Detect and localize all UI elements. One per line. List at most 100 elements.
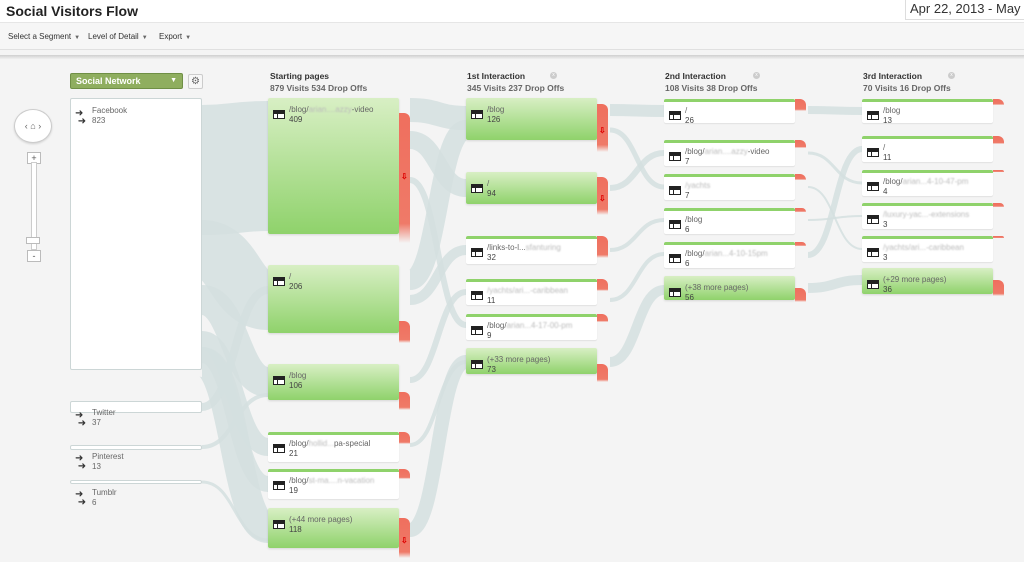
- drop-off-bar[interactable]: ⇩: [399, 518, 410, 558]
- drop-off-bar[interactable]: [399, 392, 410, 410]
- page-name: /: [289, 272, 292, 281]
- page-visits: 7: [685, 191, 690, 200]
- close-icon[interactable]: x: [753, 72, 760, 79]
- drop-off-bar[interactable]: [795, 288, 806, 302]
- drop-off-bar[interactable]: ⇩: [597, 104, 608, 152]
- drop-off-arrow-icon: ⇩: [401, 171, 408, 181]
- pan-control[interactable]: ‹ ⌂ ›: [14, 109, 52, 143]
- drop-off-bar[interactable]: [597, 364, 608, 382]
- pan-right-icon[interactable]: ›: [38, 121, 41, 131]
- page-visits: 94: [487, 189, 496, 198]
- page-node[interactable]: /blog/arian...4-10-47-pm 4: [862, 170, 993, 196]
- page-node[interactable]: /blog/st-ma....n-vacation 19: [268, 469, 399, 499]
- drop-off-bar[interactable]: [993, 236, 1004, 238]
- source-node-tumblr[interactable]: [70, 480, 202, 484]
- drop-off-bar[interactable]: [597, 279, 608, 291]
- page-icon: [471, 360, 483, 369]
- page-icon: [867, 148, 879, 157]
- page-node[interactable]: /206: [268, 265, 399, 333]
- page-icon: [867, 215, 879, 224]
- drop-off-bar[interactable]: [795, 208, 806, 212]
- page-node[interactable]: /blog/hollid...pa-special 21: [268, 432, 399, 462]
- flow-ribbon[interactable]: [807, 146, 863, 258]
- drop-off-bar[interactable]: [993, 203, 1004, 207]
- flow-ribbon[interactable]: [201, 101, 269, 235]
- page-name: /blog: [487, 105, 505, 114]
- flow-ribbon[interactable]: [609, 218, 665, 252]
- page-node[interactable]: /blog 6: [664, 208, 795, 234]
- page-node[interactable]: /blog/arian...4-10-15pm 6: [664, 242, 795, 268]
- flow-ribbon[interactable]: [807, 151, 863, 185]
- page-node[interactable]: /luxury-yac...-extensions 3: [862, 203, 993, 229]
- page-visits: 4: [883, 187, 888, 196]
- source-label: Facebook 823: [92, 106, 128, 125]
- source-node-pinterest[interactable]: [70, 445, 202, 450]
- drop-off-bar[interactable]: [399, 321, 410, 343]
- flow-ribbon[interactable]: [409, 98, 467, 130]
- page-visits: 21: [289, 449, 298, 458]
- source-node-facebook[interactable]: [70, 98, 202, 370]
- drop-off-bar[interactable]: [795, 140, 806, 148]
- source-arrow-icon: ➜ ➜: [75, 489, 87, 508]
- page-name: /blog/arian....azzy-video: [685, 147, 770, 156]
- drop-off-bar[interactable]: ⇩: [597, 177, 608, 215]
- page-icon: [273, 444, 285, 453]
- drop-off-bar[interactable]: [597, 236, 608, 258]
- flow-ribbon[interactable]: [807, 106, 863, 115]
- drop-off-bar[interactable]: [993, 99, 1004, 105]
- page-icon: [273, 376, 285, 385]
- pan-left-icon[interactable]: ‹: [25, 121, 28, 131]
- page-visits: 409: [289, 115, 303, 124]
- flow-ribbon[interactable]: [608, 285, 666, 367]
- column-summary: 108 Visits 38 Drop Offs: [665, 83, 758, 93]
- page-node[interactable]: /94: [466, 172, 597, 204]
- drop-off-bar[interactable]: [597, 314, 608, 322]
- page-node[interactable]: /links-to-l...sfanturing 32: [466, 236, 597, 264]
- flow-ribbon[interactable]: [609, 127, 665, 190]
- page-visits: 126: [487, 115, 501, 124]
- page-node[interactable]: /blog/arian....azzy-video 7: [664, 140, 795, 166]
- drop-off-arrow-icon: ⇩: [599, 194, 606, 204]
- page-node[interactable]: /blog/arian....azzy-video 409: [268, 98, 399, 234]
- page-node[interactable]: /blog 13: [862, 99, 993, 125]
- drop-off-bar[interactable]: [993, 136, 1004, 144]
- page-node[interactable]: /blog 126: [466, 98, 597, 140]
- drop-off-bar[interactable]: [795, 242, 806, 246]
- drop-off-bar[interactable]: [399, 469, 410, 479]
- page-node[interactable]: /blog/arian...4-17-00-pm 9: [466, 314, 597, 340]
- redacted-text: arian...4-17-00-pm: [506, 321, 573, 330]
- drop-off-bar[interactable]: [399, 432, 410, 444]
- home-icon[interactable]: ⌂: [30, 121, 35, 131]
- page-node[interactable]: (+44 more pages) 118: [268, 508, 399, 548]
- page-node[interactable]: /26: [664, 99, 795, 125]
- close-icon[interactable]: x: [948, 72, 955, 79]
- flow-ribbon[interactable]: [609, 104, 665, 117]
- drop-off-bar[interactable]: ⇩: [399, 113, 410, 243]
- zoom-out-button[interactable]: -: [27, 250, 41, 262]
- redacted-text: /yachts/ari...-caribbean: [883, 243, 964, 252]
- page-node[interactable]: /yachts/ari...-caribbean 11: [466, 279, 597, 305]
- drop-off-bar[interactable]: [993, 280, 1004, 296]
- page-node[interactable]: /yachts 7: [664, 174, 795, 200]
- drop-off-bar[interactable]: [993, 170, 1004, 172]
- source-node-twitter[interactable]: [70, 401, 202, 413]
- page-node[interactable]: /yachts/ari...-caribbean 3: [862, 236, 993, 262]
- page-node[interactable]: (+38 more pages) 56: [664, 276, 795, 302]
- redacted-text: hollid...: [308, 439, 334, 448]
- flow-ribbon[interactable]: [407, 355, 469, 537]
- dimension-select[interactable]: Social Network ▼: [70, 73, 183, 89]
- page-visits: 9: [487, 331, 492, 340]
- page-node[interactable]: /11: [862, 136, 993, 162]
- column-title: 1st Interaction: [467, 71, 526, 81]
- column-summary: 345 Visits 237 Drop Offs: [467, 83, 565, 93]
- zoom-slider-handle[interactable]: [26, 237, 40, 244]
- close-icon[interactable]: x: [550, 72, 557, 79]
- gear-icon[interactable]: ⚙: [188, 74, 203, 89]
- page-node[interactable]: /blog 106: [268, 364, 399, 400]
- page-node[interactable]: (+29 more pages) 36: [862, 268, 993, 294]
- drop-off-bar[interactable]: [795, 99, 806, 111]
- page-name: /blog: [883, 106, 901, 115]
- page-node[interactable]: (+33 more pages) 73: [466, 348, 597, 374]
- drop-off-bar[interactable]: [795, 174, 806, 180]
- flow-ribbon[interactable]: [807, 275, 863, 293]
